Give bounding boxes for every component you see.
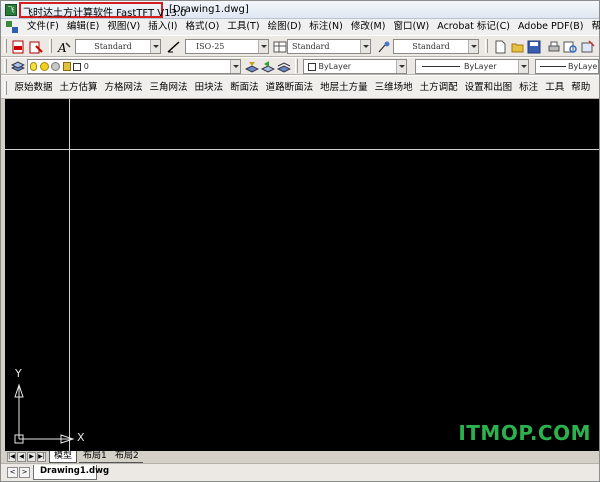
command-item[interactable]: 地层土方量 bbox=[317, 82, 372, 94]
color-select[interactable]: ByLayer bbox=[303, 59, 407, 74]
crosshair-horizontal bbox=[5, 149, 599, 150]
layout-tabs: |◀ ◀ ▶ ▶| 模型 布局1 布局2 bbox=[5, 451, 599, 463]
layer-lock-icon bbox=[62, 62, 71, 71]
save-icon[interactable] bbox=[527, 40, 541, 54]
doc-nav-next[interactable]: > bbox=[19, 467, 30, 478]
menu-item[interactable]: 视图(V) bbox=[103, 21, 144, 33]
doc-nav-prev[interactable]: < bbox=[7, 467, 18, 478]
menu-item[interactable]: 插入(I) bbox=[144, 21, 181, 33]
command-item[interactable]: 标注 bbox=[516, 82, 542, 94]
menu-item[interactable]: 标注(N) bbox=[305, 21, 347, 33]
title-bar: 飞 飞时达土方计算软件 FastTFT V13.0 [Drawing1.dwg] bbox=[1, 1, 599, 19]
watermark: ITMOP.COM bbox=[458, 421, 591, 445]
command-item[interactable]: 断面法 bbox=[227, 82, 263, 94]
pdf-settings-icon[interactable] bbox=[29, 40, 43, 54]
command-item[interactable]: 工具 bbox=[542, 82, 568, 94]
command-item[interactable]: 道路断面法 bbox=[262, 82, 317, 94]
tab-nav-first[interactable]: |◀ bbox=[7, 452, 16, 462]
ucs-y-label: Y bbox=[15, 367, 22, 380]
command-item[interactable]: 三角网法 bbox=[146, 82, 191, 94]
toolbar-grip[interactable] bbox=[4, 81, 7, 95]
text-style-select[interactable]: Standard bbox=[75, 39, 161, 54]
command-item[interactable]: 土方调配 bbox=[416, 82, 461, 94]
svg-text:A: A bbox=[57, 41, 67, 54]
command-item[interactable]: 土方估算 bbox=[56, 82, 101, 94]
make-current-layer-icon[interactable] bbox=[245, 60, 259, 74]
command-item[interactable]: 原始数据 bbox=[11, 82, 56, 94]
command-items: 原始数据 土方估算 方格网法 三角网法 田块法 断面法 道路断面法 地层土方量 三维场地 土方调配… bbox=[11, 82, 594, 94]
styles-toolbar: A Standard ISO-25 Standard Standard bbox=[1, 35, 599, 57]
command-item[interactable]: 方格网法 bbox=[101, 82, 146, 94]
menu-item[interactable]: 窗口(W) bbox=[389, 21, 433, 33]
layer-color-icon bbox=[73, 62, 82, 71]
command-item[interactable]: 田块法 bbox=[191, 82, 227, 94]
menu-item[interactable]: 帮助(H) bbox=[587, 21, 600, 33]
layer-states-icon[interactable] bbox=[277, 60, 291, 74]
ucs-x-label: X bbox=[77, 431, 85, 444]
command-item[interactable]: 设置和出图 bbox=[461, 82, 516, 94]
menu-item[interactable]: 编辑(E) bbox=[63, 21, 103, 33]
open-folder-icon[interactable] bbox=[511, 40, 525, 54]
new-file-icon[interactable] bbox=[493, 40, 507, 54]
color-swatch bbox=[308, 62, 316, 71]
linetype-swatch bbox=[422, 66, 460, 67]
command-toolbar: 原始数据 土方估算 方格网法 三角网法 田块法 断面法 道路断面法 地层土方量 三维场地 土方调配… bbox=[1, 75, 599, 99]
publish-icon[interactable] bbox=[581, 40, 595, 54]
text-style-icon[interactable]: A bbox=[57, 40, 71, 54]
toolbar-grip[interactable] bbox=[4, 39, 7, 53]
menu-item[interactable]: 文件(F) bbox=[23, 21, 63, 33]
multileader-style-select[interactable]: Standard bbox=[393, 39, 479, 54]
tab-layout2[interactable]: 布局2 bbox=[111, 451, 143, 463]
ucs-icon: Y X bbox=[11, 367, 85, 451]
app-window: 飞 飞时达土方计算软件 FastTFT V13.0 [Drawing1.dwg]… bbox=[0, 0, 600, 482]
pdf-icon[interactable] bbox=[11, 40, 25, 54]
layers-toolbar: 0 ByLayer ByLayer ByLayer bbox=[1, 57, 599, 75]
menu-item[interactable]: Acrobat 标记(C) bbox=[433, 21, 514, 33]
lineweight-select[interactable]: ByLayer bbox=[535, 59, 599, 74]
toolbar-grip[interactable] bbox=[49, 39, 52, 53]
print-icon[interactable] bbox=[547, 40, 561, 54]
dim-style-icon[interactable] bbox=[167, 40, 181, 54]
linetype-select[interactable]: ByLayer bbox=[415, 59, 529, 74]
menu-item[interactable]: Adobe PDF(B) bbox=[514, 21, 588, 33]
app-logo-icon[interactable]: 飞 bbox=[5, 4, 17, 16]
tab-nav-last[interactable]: ▶| bbox=[37, 452, 46, 462]
document-tabs: < > Drawing1.dwg bbox=[1, 463, 599, 481]
layer-freeze-icon bbox=[39, 62, 49, 71]
layer-previous-icon[interactable] bbox=[261, 60, 275, 74]
document-menu-icon[interactable] bbox=[5, 20, 19, 34]
current-layer-name: 0 bbox=[83, 62, 89, 71]
layer-viewport-icon bbox=[51, 62, 61, 71]
command-item[interactable]: 三维场地 bbox=[371, 82, 416, 94]
tab-layout1[interactable]: 布局1 bbox=[79, 451, 111, 463]
dim-style-select[interactable]: ISO-25 bbox=[185, 39, 269, 54]
menu-item[interactable]: 绘图(D) bbox=[264, 21, 306, 33]
doc-tab-drawing1[interactable]: Drawing1.dwg bbox=[33, 465, 109, 480]
drawing-canvas[interactable]: Y X ITMOP.COM bbox=[5, 99, 599, 451]
layer-select[interactable]: 0 bbox=[27, 59, 241, 74]
menu-item[interactable]: 工具(T) bbox=[223, 21, 263, 33]
command-item[interactable]: 帮助 bbox=[568, 82, 594, 94]
menu-items: 文件(F) 编辑(E) 视图(V) 插入(I) 格式(O) 工具(T) 绘图(D) 标注(N)… bbox=[23, 21, 600, 33]
document-title: [Drawing1.dwg] bbox=[169, 4, 249, 15]
toolbar-grip[interactable] bbox=[485, 39, 488, 53]
toolbar-grip[interactable] bbox=[295, 59, 298, 73]
table-style-icon[interactable] bbox=[273, 40, 287, 54]
multileader-style-icon[interactable] bbox=[377, 40, 391, 54]
table-style-select[interactable]: Standard bbox=[287, 39, 371, 54]
tab-model[interactable]: 模型 bbox=[49, 451, 78, 463]
layer-manager-icon[interactable] bbox=[11, 60, 25, 74]
tab-nav-next[interactable]: ▶ bbox=[27, 452, 36, 462]
toolbar-grip[interactable] bbox=[4, 59, 7, 73]
menu-item[interactable]: 修改(M) bbox=[347, 21, 390, 33]
layer-on-icon bbox=[30, 62, 37, 71]
lineweight-swatch bbox=[540, 66, 566, 67]
menu-item[interactable]: 格式(O) bbox=[181, 21, 223, 33]
menu-bar: 文件(F) 编辑(E) 视图(V) 插入(I) 格式(O) 工具(T) 绘图(D) 标注(N)… bbox=[1, 19, 600, 35]
app-title: 飞时达土方计算软件 FastTFT V13.0 bbox=[23, 8, 187, 19]
plot-preview-icon[interactable] bbox=[563, 40, 577, 54]
tab-nav-prev[interactable]: ◀ bbox=[17, 452, 26, 462]
